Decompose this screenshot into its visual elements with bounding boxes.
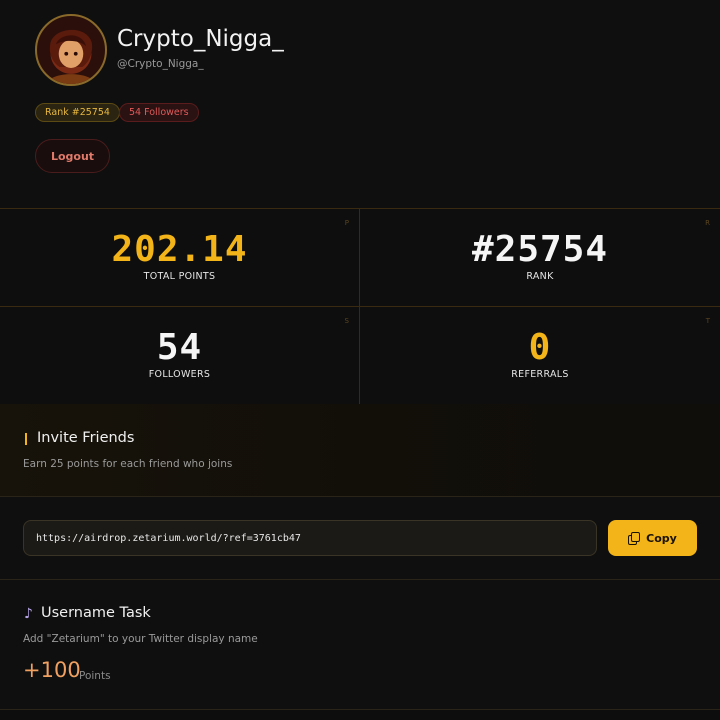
stat-rank: R #25754 RANK: [360, 209, 720, 307]
followers-badge: 54 Followers: [119, 103, 199, 122]
stat-followers: S 54 FOLLOWERS: [0, 307, 360, 405]
referral-link-field[interactable]: [23, 520, 597, 556]
stat-corner-mark: R: [705, 219, 710, 227]
display-name: Crypto_Nigga_: [117, 26, 284, 52]
followers-value: 54: [156, 327, 203, 368]
task-points-value: +100: [23, 658, 81, 682]
invite-friends-section: [0, 404, 720, 497]
user-avatar[interactable]: [35, 14, 107, 86]
logout-button[interactable]: Logout: [35, 139, 110, 173]
rank-value: #25754: [471, 229, 609, 270]
referrals-value: 0: [528, 327, 552, 368]
stat-total-points: P 202.14 TOTAL POINTS: [0, 209, 360, 307]
task-points-unit: Points: [79, 670, 111, 682]
copy-button[interactable]: Copy: [608, 520, 697, 556]
total-points-value: 202.14: [111, 229, 248, 270]
stat-referrals: T 0 REFERRALS: [360, 307, 720, 405]
stat-corner-mark: S: [344, 317, 349, 325]
invite-description: Earn 25 points for each friend who joins: [23, 458, 233, 470]
total-points-label: TOTAL POINTS: [143, 271, 216, 282]
referrals-label: REFERRALS: [511, 369, 569, 380]
section-accent-bar: [25, 433, 27, 445]
copy-icon: [628, 532, 641, 545]
rank-label: RANK: [526, 271, 554, 282]
task-title: Username Task: [41, 605, 151, 621]
followers-label: FOLLOWERS: [148, 369, 211, 380]
stat-corner-mark: T: [705, 317, 710, 325]
profile-header: Crypto_Nigga_ @Crypto_Nigga_ Rank #25754…: [0, 0, 720, 208]
stat-corner-mark: P: [344, 219, 349, 227]
username-task-section: [0, 580, 720, 710]
task-description: Add "Zetarium" to your Twitter display n…: [23, 633, 258, 645]
avatar-image: [46, 29, 96, 84]
invite-title: Invite Friends: [37, 430, 135, 446]
user-handle: @Crypto_Nigga_: [117, 58, 204, 70]
copy-button-label: Copy: [646, 531, 677, 545]
stats-grid: P 202.14 TOTAL POINTS R #25754 RANK S 54…: [0, 208, 720, 405]
rank-badge: Rank #25754: [35, 103, 120, 122]
music-note-icon: ♪: [24, 606, 33, 622]
